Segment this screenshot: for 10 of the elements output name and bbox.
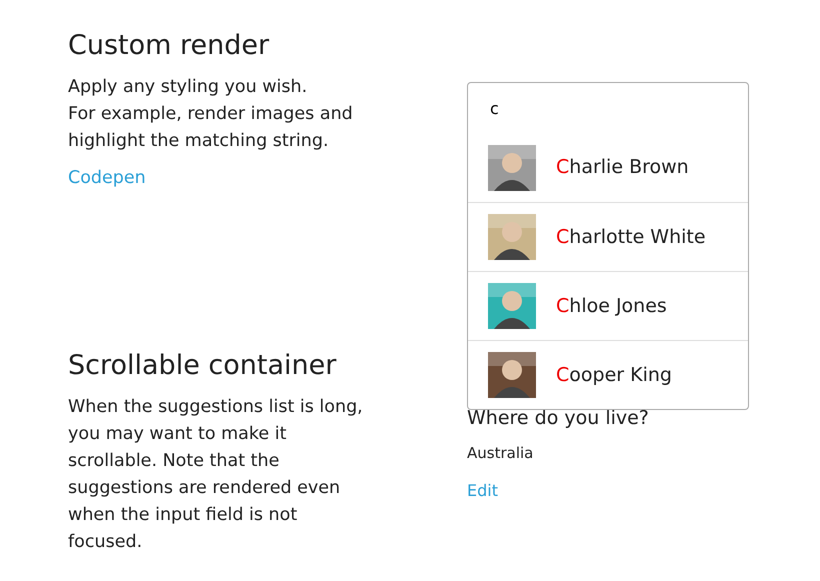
section-heading: Custom render — [68, 30, 270, 62]
description-text: Apply any styling you wish. For example, render images and highlight the matching string. — [68, 76, 354, 154]
suggestion-item[interactable]: Cooper King — [468, 340, 748, 409]
search-field[interactable]: c — [467, 82, 749, 134]
suggestion-item[interactable]: Charlotte White — [468, 202, 748, 271]
suggestion-item[interactable]: Charlie Brown — [468, 133, 748, 202]
answer-text: Australia — [467, 443, 534, 464]
section-heading: Scrollable container — [68, 350, 338, 382]
suggestion-item[interactable]: Chloe Jones — [468, 271, 748, 340]
description-text: When the suggestions list is long, you may want to make it scrollable. Note that the suggestions are rendered even when the input field is not focused. — [68, 396, 364, 554]
